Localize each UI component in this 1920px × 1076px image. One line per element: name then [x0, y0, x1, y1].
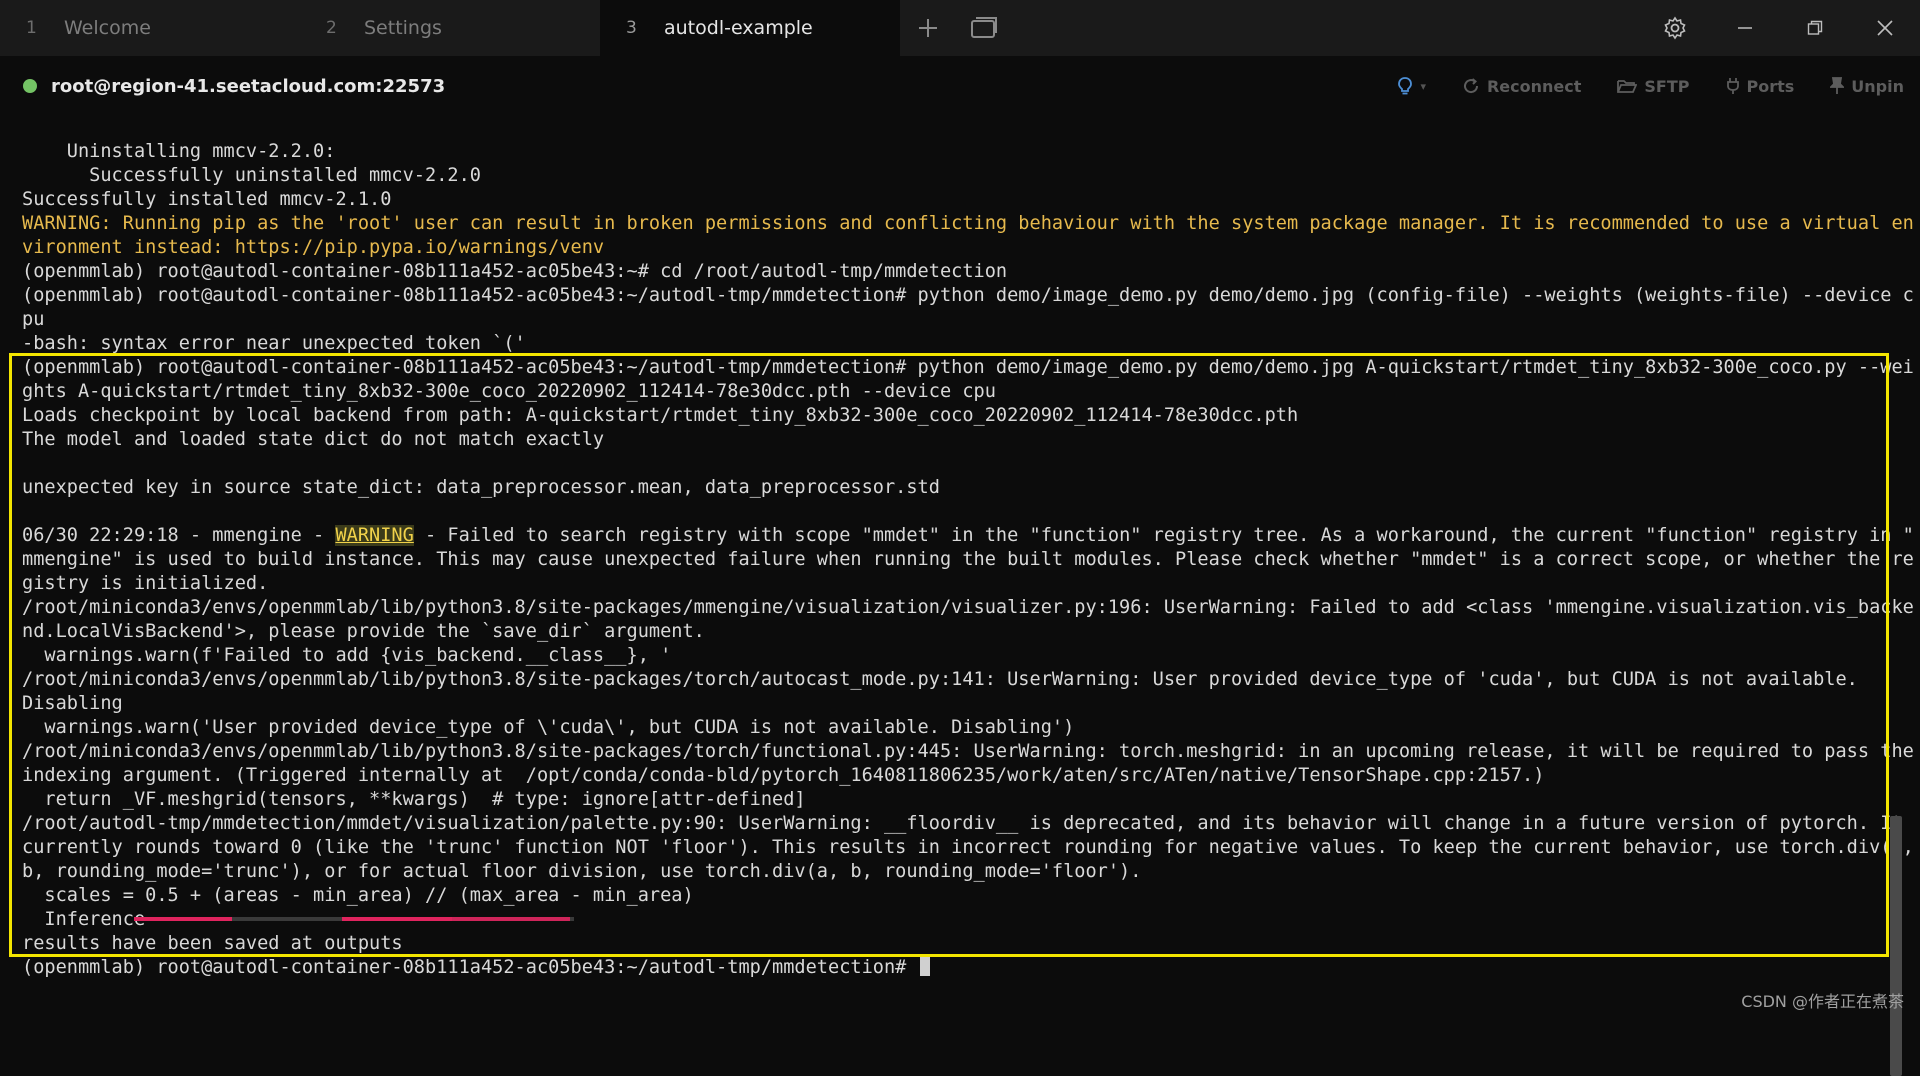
terminal-line: Uninstalling mmcv-2.2.0: [22, 141, 336, 162]
hint-dropdown[interactable]: ▾ [1396, 76, 1426, 96]
tab-settings[interactable]: 2 Settings [300, 0, 600, 56]
tab-label: Welcome [64, 17, 151, 39]
log-prefix: 06/30 22:29:18 - mmengine - [22, 525, 336, 546]
terminal-line: currently rounds toward 0 (like the 'tru… [22, 837, 1914, 858]
terminal-line: ghts A-quickstart/rtmdet_tiny_8xb32-300e… [22, 381, 996, 402]
new-tab-button[interactable] [900, 0, 956, 56]
terminal-line: The model and loaded state dict do not m… [22, 429, 605, 450]
progress-segment [452, 917, 570, 921]
sftp-button[interactable]: SFTP [1617, 76, 1690, 96]
terminal-line: (openmmlab) root@autodl-container-08b111… [22, 261, 1008, 282]
progress-segment [134, 917, 232, 921]
tab-label: Settings [364, 17, 442, 39]
session-header: root@region-41.seetacloud.com:22573 ▾ Re… [0, 56, 1920, 116]
session-host: root@region-41.seetacloud.com:22573 [51, 75, 446, 97]
terminal-line: Loads checkpoint by local backend from p… [22, 405, 1299, 426]
chevron-down-icon: ▾ [1420, 79, 1426, 93]
windows-icon [971, 17, 997, 38]
lightbulb-icon [1398, 77, 1413, 95]
gear-icon [1664, 16, 1686, 40]
terminal-line: indexing argument. (Triggered internally… [22, 765, 1545, 786]
tabbar-spacer [1012, 0, 1640, 56]
plus-icon [919, 19, 937, 37]
ports-button[interactable]: Ports [1726, 76, 1795, 96]
terminal-line: gistry is initialized. [22, 573, 269, 594]
folder-open-icon [1617, 80, 1638, 93]
terminal-line: warnings.warn('User provided device_type… [22, 717, 1075, 738]
terminal-line: /root/autodl-tmp/mmdetection/mmdet/visua… [22, 813, 1903, 834]
terminal-line: pu [22, 309, 45, 330]
close-icon [1877, 20, 1893, 36]
plug-icon [1726, 78, 1739, 94]
terminal-line: (openmmlab) root@autodl-container-08b111… [22, 357, 1914, 378]
terminal-line: mmengine" is used to build instance. Thi… [22, 549, 1914, 570]
close-button[interactable] [1850, 0, 1920, 56]
connection-status-dot [23, 79, 37, 93]
tab-bar: 1 Welcome 2 Settings 3 autodl-example [0, 0, 1920, 56]
tab-number: 2 [326, 18, 337, 38]
terminal-line: unexpected key in source state_dict: dat… [22, 477, 940, 498]
tab-overview-button[interactable] [956, 0, 1012, 56]
terminal-line: results have been saved at outputs [22, 933, 403, 954]
terminal-line: Disabling [22, 693, 123, 714]
ports-label: Ports [1746, 76, 1795, 96]
shell-prompt: (openmmlab) root@autodl-container-08b111… [22, 957, 918, 978]
terminal-line: /root/miniconda3/envs/openmmlab/lib/pyth… [22, 597, 1914, 618]
terminal-line: warnings.warn(f'Failed to add {vis_backe… [22, 645, 672, 666]
pip-warning-line: vironment instead: https://pip.pypa.io/w… [22, 237, 605, 258]
text-cursor [919, 956, 930, 976]
minimize-button[interactable] [1710, 0, 1780, 56]
tab-autodl-example[interactable]: 3 autodl-example [600, 0, 900, 56]
pin-icon [1830, 77, 1845, 94]
terminal-output[interactable]: Uninstalling mmcv-2.2.0: Successfully un… [0, 116, 1920, 1076]
progress-segment [342, 917, 452, 921]
minimize-icon [1738, 27, 1752, 29]
terminal-line: Successfully installed mmcv-2.1.0 [22, 189, 392, 210]
terminal-line: (openmmlab) root@autodl-container-08b111… [22, 285, 1914, 306]
inference-progress-bar [134, 917, 574, 921]
log-message: - Failed to search registry with scope "… [413, 525, 1914, 546]
unpin-label: Unpin [1851, 76, 1904, 96]
warning-level-label: WARNING [335, 525, 414, 546]
terminal-line: Successfully uninstalled mmcv-2.2.0 [22, 165, 481, 186]
session-actions: ▾ Reconnect SFTP Ports Unpin [1396, 56, 1904, 116]
mmengine-warning-line: 06/30 22:29:18 - mmengine - WARNING - Fa… [22, 524, 1914, 548]
restore-icon [1807, 20, 1823, 35]
tab-number: 1 [26, 18, 37, 38]
pip-warning-line: WARNING: Running pip as the 'root' user … [22, 213, 1914, 234]
sftp-label: SFTP [1644, 76, 1690, 96]
restore-button[interactable] [1780, 0, 1850, 56]
reconnect-label: Reconnect [1486, 76, 1582, 96]
terminal-line: -bash: syntax error near unexpected toke… [22, 333, 526, 354]
terminal-line: /root/miniconda3/envs/openmmlab/lib/pyth… [22, 741, 1914, 762]
terminal-line: scales = 0.5 + (areas - min_area) // (ma… [22, 885, 694, 906]
inference-line: Inference [22, 909, 146, 930]
terminal-line: return _VF.meshgrid(tensors, **kwargs) #… [22, 789, 806, 810]
terminal-line: b, rounding_mode='trunc'), or for actual… [22, 861, 1142, 882]
tab-label: autodl-example [664, 17, 813, 39]
settings-button[interactable] [1640, 0, 1710, 56]
unpin-button[interactable]: Unpin [1830, 77, 1904, 96]
refresh-icon [1464, 78, 1478, 94]
tab-number: 3 [626, 18, 637, 38]
terminal-scrollbar[interactable] [1890, 816, 1902, 1076]
tab-welcome[interactable]: 1 Welcome [0, 0, 300, 56]
prompt-line[interactable]: (openmmlab) root@autodl-container-08b111… [22, 956, 930, 980]
reconnect-button[interactable]: Reconnect [1462, 77, 1581, 96]
watermark: CSDN @作者正在煮茶 [1741, 992, 1904, 1011]
terminal-line: /root/miniconda3/envs/openmmlab/lib/pyth… [22, 669, 1858, 690]
terminal-line: nd.LocalVisBackend'>, please provide the… [22, 621, 705, 642]
